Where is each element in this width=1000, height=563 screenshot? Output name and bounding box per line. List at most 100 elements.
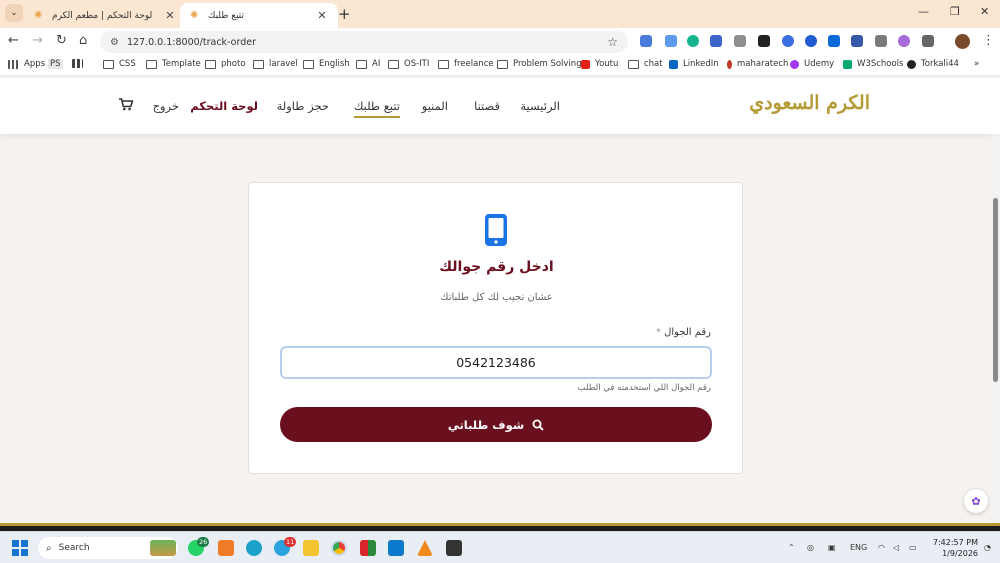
- vlc-icon[interactable]: [417, 540, 433, 556]
- bookmark-photo[interactable]: photo: [205, 59, 246, 69]
- tray-overflow-chevron-icon[interactable]: ⌃: [788, 543, 795, 552]
- home-icon[interactable]: ⌂: [79, 33, 87, 48]
- camera-extension-icon[interactable]: [734, 35, 746, 47]
- bookmark-maharatech[interactable]: maharatech: [727, 59, 788, 69]
- new-tab-plus-icon[interactable]: +: [338, 5, 351, 23]
- restore-icon[interactable]: ❐: [950, 5, 960, 18]
- grammarly-extension-icon[interactable]: [687, 35, 699, 47]
- cart-icon[interactable]: [118, 96, 134, 112]
- language-indicator[interactable]: ENG: [850, 543, 867, 552]
- extension-icon[interactable]: [851, 35, 863, 47]
- nav-story[interactable]: قصتنا: [474, 99, 500, 113]
- more-bookmarks-icon[interactable]: »: [974, 59, 979, 69]
- assistant-widget-icon[interactable]: ✿: [964, 489, 988, 513]
- pen-extension-icon[interactable]: [758, 35, 770, 47]
- extension-icon[interactable]: [898, 35, 910, 47]
- bookmark-template[interactable]: Template: [146, 59, 201, 69]
- vscode-icon[interactable]: [388, 540, 404, 556]
- translate-extension-icon[interactable]: [640, 35, 652, 47]
- phone-field-hint: رقم الجوال اللي استخدمته في الطلب: [577, 383, 711, 393]
- notifications-bell-icon[interactable]: ◔: [984, 543, 991, 552]
- windows-start-icon[interactable]: [12, 540, 28, 556]
- extension-icon[interactable]: [782, 35, 794, 47]
- bookmark-youtube[interactable]: Youtu: [581, 59, 618, 69]
- nav-logout[interactable]: خروج: [153, 99, 179, 113]
- volume-icon[interactable]: ◁: [893, 543, 899, 552]
- folder-icon: [303, 59, 314, 69]
- folder-icon: [497, 59, 508, 69]
- wifi-icon[interactable]: ◠: [878, 543, 885, 552]
- close-window-icon[interactable]: ✕: [980, 5, 989, 18]
- bookmark-laravel[interactable]: laravel: [253, 59, 298, 69]
- tray-app-icon[interactable]: ▣: [828, 543, 836, 552]
- mobile-phone-icon: [485, 214, 507, 246]
- extension-icon[interactable]: [665, 35, 677, 47]
- address-bar[interactable]: ⚙ 127.0.0.1:8000/track-order ☆: [100, 31, 628, 53]
- extension-icon[interactable]: [710, 35, 722, 47]
- tray-app-icon[interactable]: ◎: [807, 543, 814, 552]
- bookmark-grid[interactable]: [72, 59, 88, 68]
- telegram-badge: 11: [284, 537, 297, 547]
- folder-icon: [438, 59, 449, 69]
- site-info-icon[interactable]: ⚙: [110, 37, 119, 48]
- bookmark-apps[interactable]: Apps: [8, 59, 45, 69]
- bookmark-star-icon[interactable]: ☆: [607, 35, 618, 49]
- browser-tab-dashboard[interactable]: ✺ لوحة التحكم | مطعم الكرم ✕: [24, 3, 186, 28]
- bookmarks-bar: Apps PS CSS Template photo laravel Engli…: [0, 56, 1000, 76]
- nav-home[interactable]: الرئيسية: [520, 99, 560, 113]
- reload-icon[interactable]: ↻: [56, 33, 67, 48]
- close-tab-icon[interactable]: ✕: [316, 9, 328, 22]
- bookmark-ai[interactable]: AI: [356, 59, 380, 69]
- phone-number-input[interactable]: [280, 346, 712, 379]
- file-explorer-icon[interactable]: [303, 540, 319, 556]
- bookmark-ps[interactable]: PS: [48, 59, 63, 69]
- folder-icon: [253, 59, 264, 69]
- search-icon: [532, 419, 544, 431]
- browser-tab-track-order[interactable]: ✺ تتبع طلبك ✕: [180, 3, 338, 28]
- track-order-card: ادخل رقم جوالك عشان نجيب لك كل طلباتك رق…: [248, 182, 743, 474]
- tab-search-chevron-icon[interactable]: ⌄: [5, 4, 23, 22]
- loading-icon: ✺: [190, 9, 199, 21]
- bookmark-udemy[interactable]: Udemy: [790, 59, 834, 69]
- bookmark-freelance[interactable]: freelance: [438, 59, 494, 69]
- minimize-icon[interactable]: —: [918, 5, 929, 18]
- extension-icon[interactable]: [828, 35, 840, 47]
- close-tab-icon[interactable]: ✕: [164, 9, 176, 22]
- extensions-puzzle-icon[interactable]: [922, 35, 934, 47]
- extension-icon[interactable]: [875, 35, 887, 47]
- folder-icon: [146, 59, 157, 69]
- bookmark-w3schools[interactable]: W3Schools: [843, 59, 903, 69]
- chrome-icon[interactable]: [331, 540, 347, 556]
- nav-dashboard[interactable]: لوحة التحكم: [190, 99, 258, 113]
- site-logo[interactable]: الكرم السعودي: [749, 92, 870, 114]
- bookmark-english[interactable]: English: [303, 59, 350, 69]
- profile-avatar[interactable]: [955, 34, 970, 49]
- bookmark-chat[interactable]: chat: [628, 59, 663, 69]
- bookmark-problem-solving[interactable]: Problem Solving: [497, 59, 582, 69]
- back-arrow-icon[interactable]: ←: [8, 33, 19, 48]
- bookmark-css[interactable]: CSS: [103, 59, 136, 69]
- pause-extension-icon[interactable]: [805, 35, 817, 47]
- grid-icon: [72, 59, 83, 68]
- browser-menu-icon[interactable]: ⋮: [982, 33, 995, 48]
- xampp-icon[interactable]: [218, 540, 234, 556]
- weather-widget-icon[interactable]: [150, 540, 176, 556]
- system-clock[interactable]: 7:42:57 PM 1/9/2026: [928, 537, 978, 559]
- edge-icon[interactable]: [246, 540, 262, 556]
- nav-reserve-table[interactable]: حجز طاولة: [277, 99, 329, 113]
- browser-tab-strip: ⌄ ✺ لوحة التحكم | مطعم الكرم ✕ ✺ تتبع طل…: [0, 0, 1000, 28]
- terminal-icon[interactable]: [446, 540, 462, 556]
- nav-track-order[interactable]: تتبع طلبك: [353, 99, 400, 118]
- w3schools-icon: [843, 59, 852, 69]
- nav-menu[interactable]: المنيو: [422, 99, 448, 113]
- forward-arrow-icon[interactable]: →: [32, 33, 43, 48]
- folder-icon: [388, 59, 399, 69]
- battery-icon[interactable]: ▭: [909, 543, 917, 552]
- bookmark-os-iti[interactable]: OS-ITI: [388, 59, 429, 69]
- page-scrollbar-thumb[interactable]: [993, 198, 998, 382]
- bookmark-torkali44[interactable]: Torkali44: [907, 59, 959, 69]
- bookmark-linkedin[interactable]: LinkedIn: [669, 59, 719, 69]
- app-icon[interactable]: [360, 540, 376, 556]
- browser-toolbar: ← → ↻ ⌂ ⚙ 127.0.0.1:8000/track-order ☆ ⋮: [0, 28, 1000, 56]
- show-my-orders-button[interactable]: شوف طلباتي: [280, 407, 712, 442]
